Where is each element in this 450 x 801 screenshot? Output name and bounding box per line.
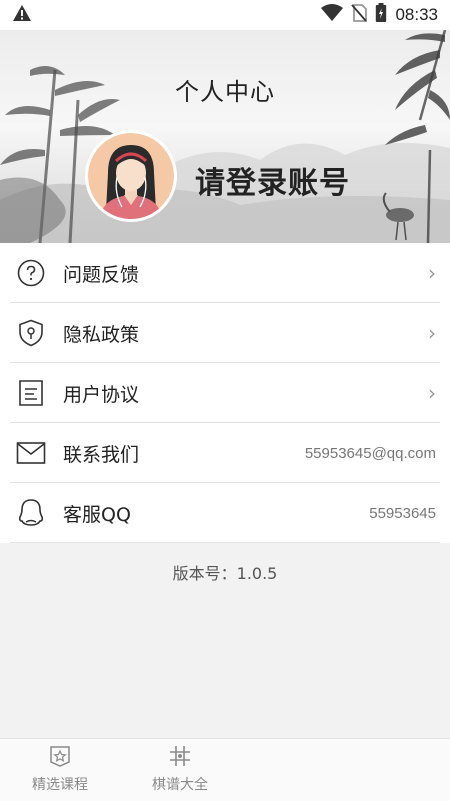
login-prompt[interactable]: 请登录账号 [195, 158, 350, 202]
bottom-nav: 精选课程 棋谱大全 [0, 738, 450, 801]
settings-menu: 问题反馈 › 隐私政策 › 用户协议 › 联系我们 55953645@qq.co… [0, 243, 450, 543]
menu-item-feedback[interactable]: 问题反馈 › [0, 243, 450, 303]
warning-icon [12, 4, 32, 26]
document-icon [16, 378, 46, 408]
page-title: 个人中心 [175, 78, 275, 106]
menu-item-customer-service-qq[interactable]: 客服QQ 55953645 [0, 483, 450, 543]
chess-grid-icon [169, 745, 191, 771]
menu-item-privacy-policy[interactable]: 隐私政策 › [0, 303, 450, 363]
chevron-right-icon: › [428, 381, 436, 405]
tab-featured-courses[interactable]: 精选课程 [0, 739, 120, 801]
service-qq-number[interactable]: 55953645 [369, 505, 436, 522]
qq-icon [16, 498, 46, 528]
no-sim-icon [351, 4, 368, 26]
question-icon [16, 258, 46, 288]
version-label: 版本号：1.0.5 [172, 564, 278, 583]
avatar[interactable] [85, 130, 177, 222]
nav-label: 精选课程 [32, 777, 88, 793]
menu-item-user-agreement[interactable]: 用户协议 › [0, 363, 450, 423]
status-bar: 08:33 [0, 0, 450, 30]
profile-header: 个人中心 请登录账号 [0, 30, 450, 243]
mail-icon [16, 438, 46, 468]
user-avatar-icon [88, 133, 174, 219]
menu-item-label: 隐私政策 [63, 323, 140, 346]
tab-game-records[interactable]: 棋谱大全 [120, 739, 240, 801]
shield-icon [16, 318, 46, 348]
menu-item-label: 问题反馈 [63, 263, 140, 286]
chevron-right-icon: › [428, 321, 436, 345]
menu-item-label: 客服QQ [63, 503, 131, 526]
menu-item-contact-us[interactable]: 联系我们 55953645@qq.com [0, 423, 450, 483]
menu-item-label: 联系我们 [63, 443, 140, 466]
chevron-right-icon: › [428, 261, 436, 285]
star-badge-icon [49, 745, 71, 771]
clock: 08:33 [395, 5, 438, 24]
nav-label: 棋谱大全 [152, 777, 208, 793]
ink-landscape-background [0, 30, 450, 243]
menu-item-label: 用户协议 [63, 383, 140, 406]
contact-email[interactable]: 55953645@qq.com [305, 445, 436, 462]
wifi-icon [321, 4, 344, 26]
battery-icon [375, 3, 387, 27]
